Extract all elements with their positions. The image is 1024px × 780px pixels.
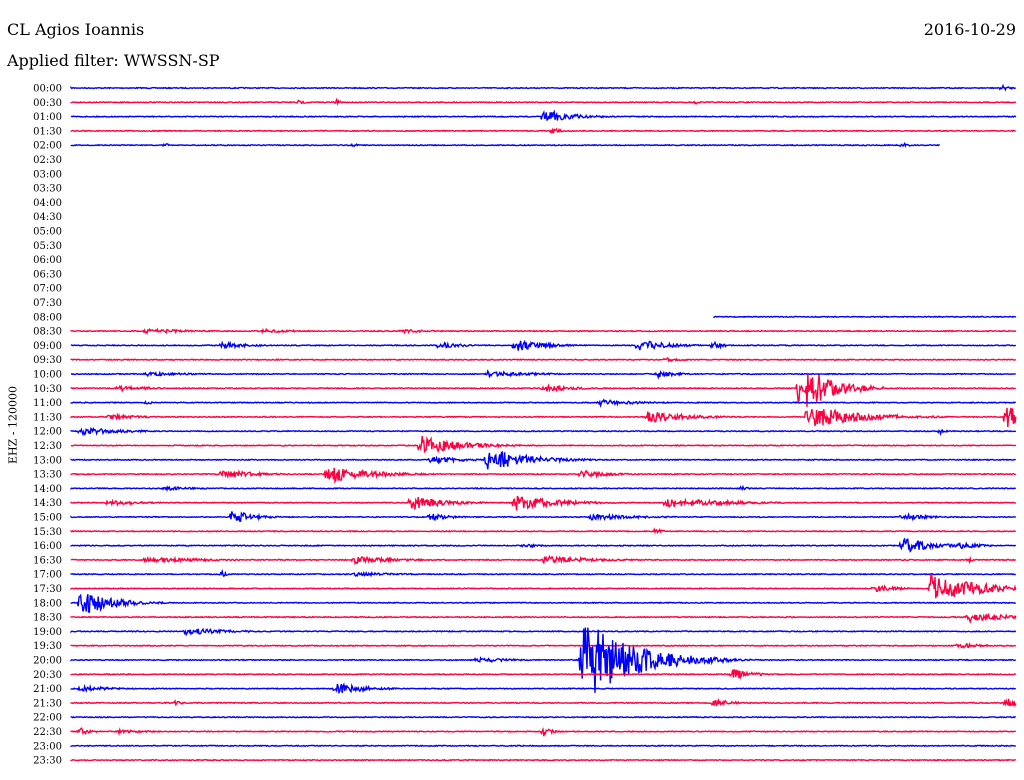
row-time-label: 21:30: [33, 698, 62, 709]
row-time-label: 01:00: [33, 112, 62, 123]
seismic-trace: [712, 315, 1017, 319]
row-time-label: 23:30: [33, 756, 62, 767]
row-time-label: 11:00: [33, 398, 62, 409]
seismic-trace: [70, 744, 1016, 748]
seismic-trace: [70, 97, 1017, 107]
seismic-trace: [70, 467, 1016, 484]
seismic-trace: [70, 327, 1017, 335]
row-time-label: 08:00: [33, 312, 62, 323]
row-time-label: 00:30: [33, 98, 62, 109]
seismic-trace: [70, 682, 1016, 695]
row-time-label: 01:30: [33, 126, 62, 137]
row-time-label: 04:30: [33, 212, 62, 223]
row-time-label: 06:30: [33, 269, 62, 280]
row-time-label: 08:30: [33, 327, 62, 338]
row-time-label: 10:00: [33, 370, 62, 381]
seismic-trace: [70, 484, 1016, 493]
seismic-trace: [70, 726, 1016, 737]
row-time-label: 05:00: [33, 227, 62, 238]
row-time-label: 02:30: [33, 155, 62, 166]
row-time-label: 21:00: [33, 684, 62, 695]
row-time-label: 19:00: [33, 627, 62, 638]
row-time-label: 11:30: [33, 412, 62, 423]
row-time-label: 07:30: [33, 298, 62, 309]
seismic-trace: [70, 758, 1017, 762]
row-time-label: 18:30: [33, 613, 62, 624]
row-time-label: 09:30: [33, 355, 62, 366]
row-time-label: 14:30: [33, 498, 62, 509]
seismic-trace: [70, 398, 1016, 408]
seismic-trace: [70, 407, 1017, 428]
row-time-label: 07:00: [33, 284, 62, 295]
row-time-label: 10:30: [33, 384, 62, 395]
seismic-trace: [70, 715, 1016, 719]
row-time-label: 04:00: [33, 198, 62, 209]
seismic-trace: [70, 495, 1016, 511]
row-time-label: 03:30: [33, 184, 62, 195]
row-time-label: 19:30: [33, 641, 62, 652]
row-time-label: 02:00: [33, 141, 62, 152]
row-time-label: 13:30: [33, 470, 62, 481]
row-time-label: 20:00: [33, 656, 62, 667]
row-time-label: 00:00: [33, 84, 62, 95]
row-time-label: 17:30: [33, 584, 62, 595]
seismic-trace: [70, 668, 1017, 680]
row-time-label: 23:00: [33, 741, 62, 752]
helicorder-plot: 00:00 00:30 01:00 01:30 02:00 02:30 03:00 03:30…: [33, 83, 1017, 767]
seismic-trace: [70, 642, 1017, 649]
seismic-trace: [70, 339, 1017, 351]
row-time-label: 15:30: [33, 527, 62, 538]
row-time-label: 12:30: [33, 441, 62, 452]
row-time-label: 18:00: [33, 598, 62, 609]
seismic-trace: [70, 697, 1017, 708]
row-time-label: 16:00: [33, 541, 62, 552]
seismic-trace: [70, 568, 1016, 578]
seismic-trace: [70, 573, 1017, 599]
seismic-trace: [70, 627, 1017, 637]
seismic-trace: [70, 127, 1016, 135]
row-time-label: 17:00: [33, 570, 62, 581]
row-time-label: 15:00: [33, 513, 62, 524]
row-time-label: 16:30: [33, 555, 62, 566]
seismic-trace: [70, 537, 1017, 553]
row-time-label: 20:30: [33, 670, 62, 681]
seismic-trace: [70, 627, 1017, 693]
seismic-trace: [70, 426, 1017, 437]
seismic-trace: [70, 109, 1017, 121]
row-time-label: 03:00: [33, 169, 62, 180]
row-time-label: 14:00: [33, 484, 62, 495]
row-time-label: 13:00: [33, 455, 62, 466]
row-time-label: 22:30: [33, 727, 62, 738]
seismic-trace: [70, 369, 1016, 380]
row-time-label: 09:00: [33, 341, 62, 352]
seismic-trace: [70, 511, 1017, 522]
seismic-trace: [70, 593, 1016, 613]
row-time-label: 12:00: [33, 427, 62, 438]
seismic-trace: [70, 612, 1017, 625]
seismic-trace: [70, 527, 1016, 535]
seismic-trace: [70, 435, 1017, 454]
row-time-label: 06:00: [33, 255, 62, 266]
seismic-trace: [70, 554, 1016, 566]
seismic-trace: [70, 356, 1017, 363]
seismic-trace: [70, 141, 941, 148]
seismic-trace: [70, 450, 1016, 470]
row-time-label: 22:00: [33, 713, 62, 724]
seismic-trace: [70, 83, 1017, 92]
row-time-label: 05:30: [33, 241, 62, 252]
